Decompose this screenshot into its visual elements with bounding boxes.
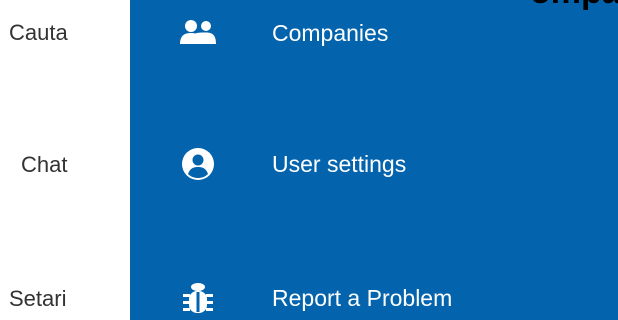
bug-icon [178, 278, 218, 318]
menu-item-report-problem[interactable]: Report a Problem [130, 270, 618, 320]
menu-item-label: Report a Problem [272, 284, 453, 311]
rail-item-setari[interactable]: Setari [9, 288, 66, 310]
flyout-menu: ompanies, Companies User sett [130, 0, 618, 320]
menu-item-label: Companies [272, 19, 389, 46]
menu-item-user-settings[interactable]: User settings [130, 136, 618, 192]
users-icon [178, 13, 218, 53]
app-screen: Cauta Chat Setari ompanies, Companies [0, 0, 618, 320]
rail-item-cauta[interactable]: Cauta [9, 22, 68, 44]
rail-item-chat[interactable]: Chat [21, 154, 67, 176]
user-circle-icon [178, 144, 218, 184]
menu-item-label: User settings [272, 150, 407, 177]
left-rail: Cauta Chat Setari [0, 0, 130, 320]
menu-item-companies[interactable]: Companies [130, 5, 618, 61]
